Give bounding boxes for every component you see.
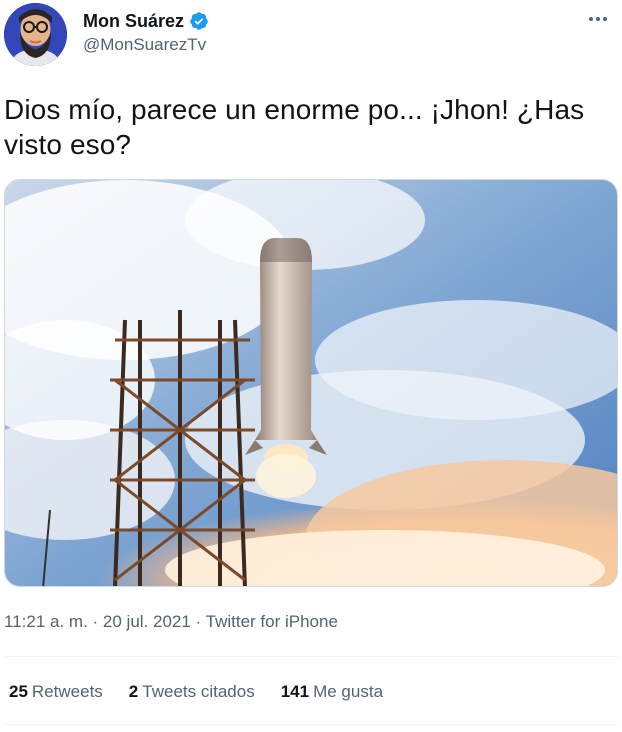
quote-tweets-label: Tweets citados — [142, 682, 255, 701]
retweets-stat[interactable]: 25 Retweets — [9, 682, 103, 702]
likes-stat[interactable]: 141 Me gusta — [281, 682, 383, 702]
verified-badge-icon — [190, 12, 208, 30]
author-name-row: Mon Suárez — [83, 10, 209, 32]
likes-count: 141 — [280, 682, 310, 701]
tweet-media-photo[interactable] — [4, 179, 618, 587]
author-block: Mon Suárez @MonSuarezTv — [83, 10, 209, 55]
meta-separator: · — [190, 612, 206, 631]
tweet-meta: 11:21 a. m. · 20 jul. 2021 · Twitter for… — [4, 612, 338, 632]
tweet-text: Dios mío, parece un enorme po... ¡Jhon! … — [4, 94, 585, 160]
retweets-label: Retweets — [31, 682, 103, 701]
tweet-date[interactable]: 20 jul. 2021 — [103, 612, 191, 631]
tweet-source[interactable]: Twitter for iPhone — [206, 612, 338, 631]
likes-label: Me gusta — [313, 682, 384, 701]
author-avatar[interactable] — [4, 3, 67, 66]
author-name[interactable]: Mon Suárez — [83, 11, 184, 32]
divider — [4, 724, 618, 725]
rocket-launch-photo — [5, 180, 617, 586]
author-handle[interactable]: @MonSuarezTv — [83, 35, 209, 55]
quote-tweets-count: 2 — [128, 682, 139, 701]
retweets-count: 25 — [9, 682, 28, 701]
divider — [4, 656, 618, 657]
tweet-time[interactable]: 11:21 a. m. — [4, 612, 88, 631]
tweet-stats: 25 Retweets 2 Tweets citados 141 Me gusta — [9, 682, 383, 702]
meta-separator: · — [87, 612, 103, 631]
quote-tweets-stat[interactable]: 2 Tweets citados — [129, 682, 255, 702]
more-options-icon[interactable] — [584, 8, 612, 30]
